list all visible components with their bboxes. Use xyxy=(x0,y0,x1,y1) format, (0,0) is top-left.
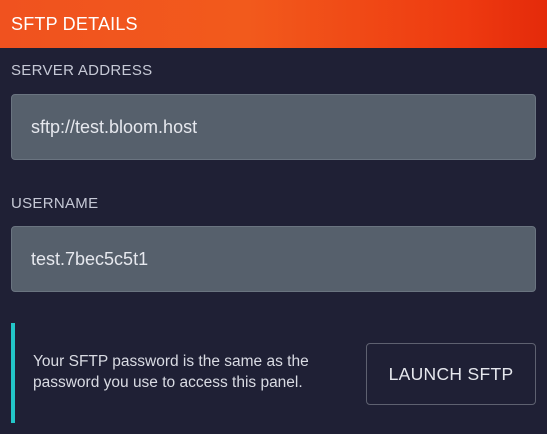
username-field[interactable]: test.7bec5c5t1 xyxy=(11,226,536,292)
panel-header: SFTP DETAILS xyxy=(0,0,547,48)
password-notice: Your SFTP password is the same as the pa… xyxy=(11,323,356,423)
panel-title: SFTP DETAILS xyxy=(11,13,138,34)
server-address-label: SERVER ADDRESS xyxy=(11,62,153,79)
launch-sftp-button[interactable]: LAUNCH SFTP xyxy=(366,343,536,405)
username-value[interactable]: test.7bec5c5t1 xyxy=(31,249,148,270)
server-address-field[interactable]: sftp://test.bloom.host xyxy=(11,94,536,160)
launch-sftp-label: LAUNCH SFTP xyxy=(388,363,514,384)
server-address-value[interactable]: sftp://test.bloom.host xyxy=(31,117,197,138)
sftp-details-panel: SFTP DETAILS SERVER ADDRESS sftp://test.… xyxy=(0,0,547,434)
username-label: USERNAME xyxy=(11,195,99,212)
password-notice-text: Your SFTP password is the same as the pa… xyxy=(33,353,309,391)
